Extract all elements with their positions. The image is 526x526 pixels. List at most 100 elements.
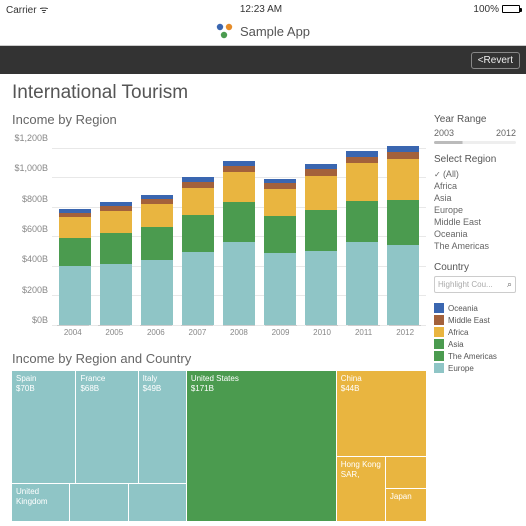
- region-option[interactable]: Oceania: [434, 228, 516, 240]
- treemap-cell[interactable]: [386, 457, 426, 489]
- bar-seg: [223, 166, 255, 173]
- bar-2012[interactable]: [387, 146, 419, 325]
- region-option[interactable]: (All): [434, 168, 516, 180]
- bar-seg: [141, 260, 173, 325]
- section-income-region-country: Income by Region and Country: [12, 351, 426, 366]
- region-option[interactable]: Middle East: [434, 216, 516, 228]
- battery-icon: [502, 5, 520, 13]
- clock: 12:23 AM: [240, 4, 282, 15]
- treemap-cell[interactable]: China$44B: [337, 371, 426, 456]
- bar-seg: [346, 163, 378, 201]
- treemap-cell[interactable]: Italy$49B: [139, 371, 186, 483]
- bar-2005[interactable]: [100, 202, 132, 325]
- search-icon: ⌕: [507, 279, 512, 290]
- treemap-cell[interactable]: [129, 484, 186, 521]
- treemap-chart[interactable]: Spain$70B France$68B Italy$49B United Ki…: [12, 371, 426, 521]
- x-tick: 2005: [98, 325, 130, 341]
- bar-stack-group: [52, 133, 426, 325]
- bar-seg: [182, 215, 214, 252]
- x-axis: 200420052006200720082009201020112012: [52, 325, 426, 341]
- x-tick: 2004: [57, 325, 89, 341]
- x-tick: 2011: [348, 325, 380, 341]
- app-title: Sample App: [240, 24, 310, 39]
- bar-seg: [305, 210, 337, 251]
- dashboard-title: International Tourism: [12, 82, 426, 104]
- year-min: 2003: [434, 128, 454, 138]
- bar-seg: [387, 159, 419, 200]
- bar-2004[interactable]: [59, 209, 91, 325]
- legend-label: Middle East: [448, 316, 490, 325]
- legend-item[interactable]: Europe: [434, 363, 516, 373]
- bar-2008[interactable]: [223, 161, 255, 325]
- income-bar-chart[interactable]: $1,200B$1,000B$800B$600B$400B$200B$0B 20…: [12, 133, 426, 341]
- treemap-cell[interactable]: Japan: [386, 489, 426, 521]
- battery-percent: 100%: [473, 4, 499, 15]
- country-placeholder: Highlight Cou...: [438, 280, 493, 289]
- region-option[interactable]: Europe: [434, 204, 516, 216]
- bar-seg: [141, 204, 173, 227]
- app-header: Sample App: [0, 18, 526, 46]
- legend-swatch: [434, 351, 444, 361]
- year-range-filter[interactable]: Year Range 2003 2012: [434, 114, 516, 144]
- section-income-region: Income by Region: [12, 112, 426, 127]
- bar-seg: [223, 202, 255, 243]
- bar-2007[interactable]: [182, 177, 214, 325]
- treemap-cell[interactable]: France$68B: [76, 371, 137, 483]
- legend-swatch: [434, 303, 444, 313]
- toolbar: <Revert: [0, 46, 526, 74]
- region-filter: Select Region (All)AfricaAsiaEuropeMiddl…: [434, 154, 516, 252]
- revert-button[interactable]: <Revert: [471, 52, 520, 69]
- filter-panel: Year Range 2003 2012 Select Region (All)…: [434, 82, 516, 521]
- legend-label: Oceania: [448, 304, 478, 313]
- treemap-cell[interactable]: Spain$70B: [12, 371, 75, 483]
- x-tick: 2006: [140, 325, 172, 341]
- x-tick: 2008: [223, 325, 255, 341]
- bar-seg: [59, 217, 91, 238]
- region-option[interactable]: Africa: [434, 180, 516, 192]
- legend-label: The Americas: [448, 352, 497, 361]
- region-option[interactable]: Asia: [434, 192, 516, 204]
- legend-label: Europe: [448, 364, 474, 373]
- bar-seg: [100, 211, 132, 233]
- region-option[interactable]: The Americas: [434, 240, 516, 252]
- country-label: Country: [434, 262, 516, 273]
- wifi-icon: ᯤ: [39, 5, 48, 16]
- treemap-cell[interactable]: [70, 484, 127, 521]
- status-right: 100%: [473, 4, 520, 15]
- bar-seg: [346, 201, 378, 242]
- x-tick: 2012: [389, 325, 421, 341]
- legend-item[interactable]: Africa: [434, 327, 516, 337]
- bar-seg: [346, 157, 378, 164]
- legend-item[interactable]: The Americas: [434, 351, 516, 361]
- legend-swatch: [434, 363, 444, 373]
- legend-item[interactable]: Middle East: [434, 315, 516, 325]
- bar-seg: [305, 176, 337, 210]
- bar-seg: [387, 245, 419, 325]
- legend-swatch: [434, 315, 444, 325]
- bar-seg: [346, 242, 378, 325]
- bar-2006[interactable]: [141, 195, 173, 325]
- x-tick: 2007: [181, 325, 213, 341]
- country-search-input[interactable]: Highlight Cou... ⌕: [434, 276, 516, 293]
- color-legend: Oceania Middle East Africa Asia The Americas…: [434, 303, 516, 373]
- x-tick: 2010: [306, 325, 338, 341]
- bar-seg: [59, 238, 91, 266]
- y-axis: $1,200B$1,000B$800B$600B$400B$200B$0B: [12, 133, 52, 341]
- status-left: Carrier ᯤ: [6, 2, 48, 16]
- bar-seg: [305, 251, 337, 325]
- treemap-cell[interactable]: United States$171B: [187, 371, 336, 521]
- treemap-cell[interactable]: Hong Kong SAR,: [337, 457, 385, 521]
- legend-item[interactable]: Asia: [434, 339, 516, 349]
- bar-seg: [182, 188, 214, 215]
- treemap-cell[interactable]: United Kingdom: [12, 484, 69, 521]
- region-label: Select Region: [434, 154, 516, 165]
- bar-seg: [264, 189, 296, 216]
- legend-item[interactable]: Oceania: [434, 303, 516, 313]
- range-slider[interactable]: [434, 141, 516, 144]
- country-filter: Country Highlight Cou... ⌕: [434, 262, 516, 293]
- bar-2009[interactable]: [264, 179, 296, 325]
- bar-seg: [305, 169, 337, 176]
- bar-2010[interactable]: [305, 164, 337, 325]
- bar-2011[interactable]: [346, 151, 378, 325]
- legend-label: Africa: [448, 328, 468, 337]
